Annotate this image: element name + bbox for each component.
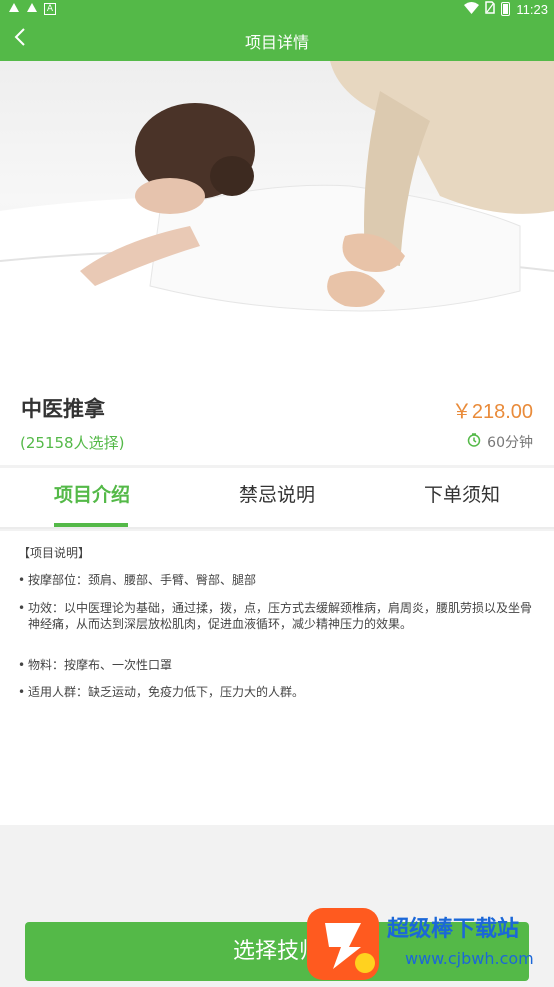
- service-info: 中医推拿 ￥218.00 (25158人选择) 60分钟: [0, 369, 554, 465]
- status-left-icons: A: [8, 1, 56, 16]
- detail-tabs: 项目介绍 禁忌说明 下单须知: [0, 468, 554, 529]
- status-time: 11:23: [516, 1, 548, 17]
- service-hero-image: [0, 61, 554, 369]
- massage-photo: [0, 61, 554, 369]
- status-bar: A 11:23: [0, 0, 554, 18]
- duration-label: 60分钟: [487, 435, 533, 451]
- app-icon-a: [8, 1, 20, 16]
- selected-count: (25158人选择): [20, 434, 125, 452]
- tab-contraindications[interactable]: 禁忌说明: [185, 468, 369, 527]
- timer-icon: [467, 433, 481, 451]
- page-title: 项目详情: [244, 33, 309, 52]
- content-item-massage-area: 按摩部位：颈肩、腰部、手臂、臀部、腿部: [18, 572, 540, 588]
- wifi-icon: [464, 1, 480, 17]
- battery-icon: [501, 2, 511, 16]
- service-price: ￥218.00: [451, 401, 533, 423]
- site-watermark: 超级棒下载站 www.cjbwh.com: [305, 903, 554, 987]
- watermark-url: www.cjbwh.com: [405, 949, 534, 968]
- screen: A 11:23 项目详情 中医推拿 ￥218.00 (25158人选择) 60分…: [0, 0, 554, 987]
- active-tab-indicator: [54, 523, 128, 527]
- content-item-effect: 功效：以中医理论为基础，通过揉，拨，点，压方式去缓解颈椎病，肩周炎，腰肌劳损以及…: [18, 600, 540, 632]
- service-duration: 60分钟: [467, 432, 533, 452]
- status-right-icons: 11:23: [464, 1, 548, 17]
- content-item-materials: 物料：按摩布、一次性口罩: [18, 657, 540, 673]
- content-heading: 【项目说明】: [18, 546, 91, 560]
- service-name: 中医推拿: [21, 397, 105, 421]
- app-bar: 项目详情: [0, 18, 554, 61]
- tab-project-intro[interactable]: 项目介绍: [0, 468, 184, 527]
- tab-order-notes[interactable]: 下单须知: [370, 468, 554, 527]
- app-icon-b: [26, 1, 38, 16]
- notification-a-icon: A: [44, 2, 56, 15]
- tab-content: 【项目说明】 按摩部位：颈肩、腰部、手臂、臀部、腿部 功效：以中医理论为基础，通…: [0, 531, 554, 825]
- no-sim-icon: [485, 1, 496, 17]
- content-item-suitable-people: 适用人群：缺乏运动，免疫力低下，压力大的人群。: [18, 684, 540, 700]
- watermark-text: 超级棒下载站: [387, 917, 520, 942]
